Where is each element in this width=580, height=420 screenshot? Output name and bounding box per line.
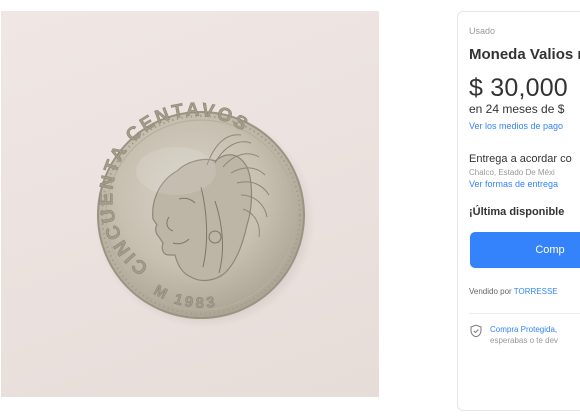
shield-check-icon [470,324,482,338]
payment-methods-link[interactable]: Ver los medios de pago [469,120,580,132]
product-price: $ 30,000 [469,74,568,102]
purchase-protection-link[interactable]: Compra Protegida, [490,325,557,334]
product-page: CINCUENTA CENTAVOS M 1983 Usado Moneda V… [0,0,580,420]
seller-prefix: Vendido por [469,287,514,296]
purchase-protection-text: esperabas o te dev [490,336,559,345]
installments-text: en 24 meses de $ [469,102,565,116]
delivery-title: Entrega a acordar co [469,153,572,165]
coin-image: CINCUENTA CENTAVOS M 1983 [95,99,315,328]
stock-status: ¡Última disponible [469,206,565,218]
product-title: Moneda Valios moc De 50c (U [469,46,580,63]
buy-now-button[interactable]: Comp [470,232,580,268]
divider [469,313,580,314]
buy-box: Usado Moneda Valios moc De 50c (U $ 30,0… [457,11,580,411]
product-photo[interactable]: CINCUENTA CENTAVOS M 1983 [1,11,379,397]
purchase-protection: Compra Protegida, esperabas o te dev [469,324,580,346]
seller-location: Chalco, Estado De Méxi [469,168,555,177]
item-condition: Usado [469,26,496,36]
delivery-options-link[interactable]: Ver formas de entrega [469,178,580,190]
seller-info: Vendido por TORRESSE [469,286,580,297]
seller-name-link[interactable]: TORRESSE [514,287,558,296]
